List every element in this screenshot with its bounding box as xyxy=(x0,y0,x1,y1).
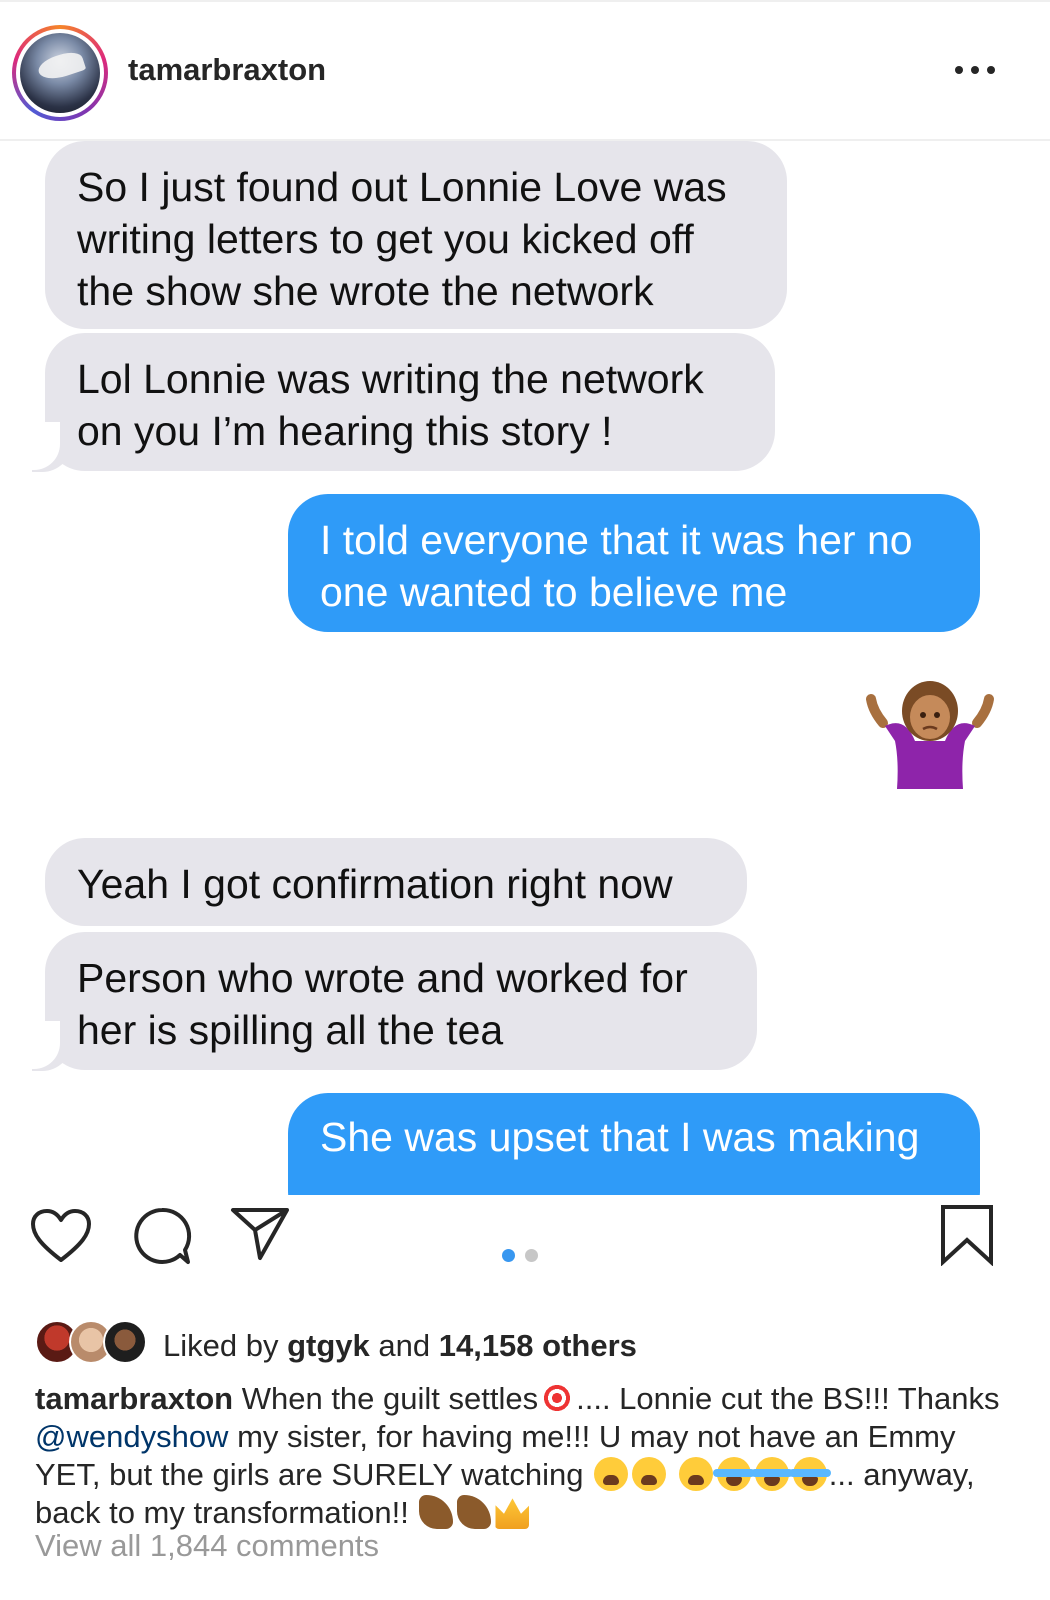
post-image: So I just found out Lonnie Love was writ… xyxy=(0,141,1050,1195)
tears-of-joy-emoji xyxy=(788,1457,831,1491)
weary-face-emoji xyxy=(632,1457,667,1491)
bookmark-icon[interactable] xyxy=(940,1204,994,1266)
mention-link[interactable]: @wendyshow xyxy=(35,1419,228,1454)
liker-username[interactable]: gtgyk xyxy=(287,1328,370,1363)
caption: tamarbraxton When the guilt settles.... … xyxy=(35,1381,1000,1530)
crown-emoji xyxy=(495,1498,530,1529)
pager-dot-active xyxy=(502,1249,515,1262)
message-bubble-outgoing: I told everyone that it was her no one w… xyxy=(288,494,980,632)
likes-text[interactable]: Liked by gtgyk and 14,158 others xyxy=(163,1328,637,1364)
view-all-comments-link[interactable]: View all 1,844 comments xyxy=(35,1528,379,1564)
carousel-pager xyxy=(502,1249,538,1262)
instagram-post: tamarbraxton So I just found out Lonnie … xyxy=(0,0,1050,1600)
direct-hit-emoji xyxy=(540,1381,575,1415)
post-header: tamarbraxton xyxy=(0,0,1050,141)
username[interactable]: tamarbraxton xyxy=(128,52,326,88)
caption-username[interactable]: tamarbraxton xyxy=(35,1381,233,1416)
weary-face-emoji xyxy=(678,1457,713,1491)
paper-plane-icon[interactable] xyxy=(230,1206,290,1262)
tears-of-joy-emoji xyxy=(712,1457,755,1491)
likes-count[interactable]: 14,158 others xyxy=(439,1328,637,1363)
flexed-biceps-emoji xyxy=(457,1495,492,1529)
more-horizontal-icon[interactable] xyxy=(955,60,995,80)
tears-of-joy-emoji xyxy=(750,1457,793,1491)
flexed-biceps-emoji xyxy=(419,1495,454,1529)
likes-row: Liked by gtgyk and 14,158 others xyxy=(35,1318,1025,1368)
heart-icon[interactable] xyxy=(30,1208,92,1264)
message-bubble-outgoing: She was upset that I was making xyxy=(288,1093,980,1195)
avatar-image xyxy=(20,33,100,113)
comment-icon[interactable] xyxy=(132,1206,192,1266)
liker-avatar[interactable] xyxy=(103,1320,147,1364)
message-bubble-incoming: Person who wrote and worked for her is s… xyxy=(45,932,757,1070)
message-bubble-incoming: Yeah I got confirmation right now xyxy=(45,838,747,926)
message-bubble-incoming: Lol Lonnie was writing the network on yo… xyxy=(45,333,775,471)
weary-face-emoji xyxy=(594,1457,629,1491)
avatar[interactable] xyxy=(12,25,108,121)
action-bar xyxy=(0,1200,1050,1290)
message-bubble-incoming: So I just found out Lonnie Love was writ… xyxy=(45,141,787,329)
person-shrugging-emoji xyxy=(866,681,994,789)
pager-dot xyxy=(525,1249,538,1262)
